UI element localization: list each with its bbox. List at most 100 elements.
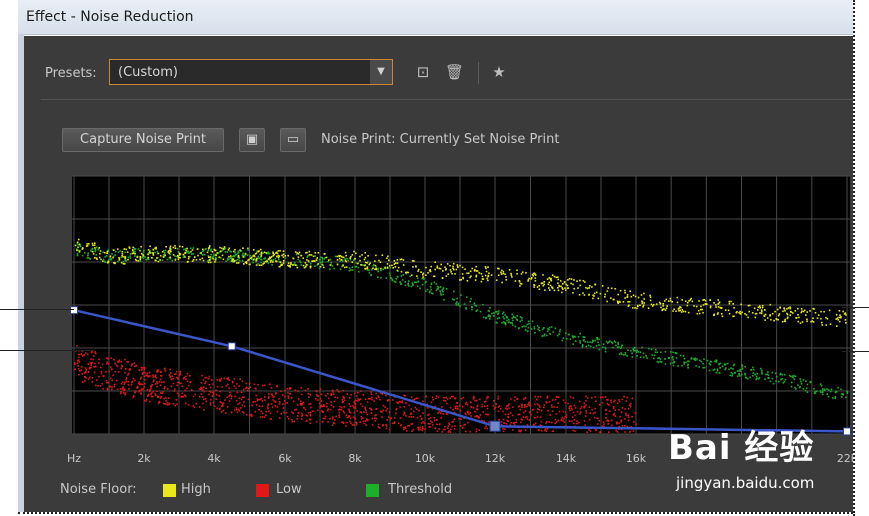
capture-noise-print-button[interactable]: Capture Noise Print	[62, 128, 224, 152]
data-point	[286, 402, 288, 404]
x-tick-label: 12k	[485, 452, 506, 465]
data-point	[605, 340, 608, 343]
data-point	[775, 380, 777, 382]
data-point	[364, 406, 366, 409]
data-point	[140, 392, 142, 395]
data-point	[466, 272, 468, 275]
curve-control-point[interactable]	[489, 420, 501, 432]
data-point	[546, 278, 549, 280]
data-point	[607, 287, 610, 289]
data-point	[731, 373, 734, 375]
data-point	[260, 410, 263, 413]
open-noise-print-button[interactable]: ▭	[280, 128, 306, 152]
data-point	[512, 315, 515, 318]
data-point	[397, 402, 399, 405]
trash-icon[interactable]: 🗑	[445, 63, 464, 81]
data-point	[116, 248, 119, 250]
data-point	[538, 329, 541, 332]
save-noise-print-button[interactable]: ▣	[239, 128, 265, 152]
data-point	[287, 254, 289, 257]
data-point	[502, 430, 505, 433]
data-point	[691, 300, 694, 303]
data-point	[663, 300, 666, 302]
data-point	[492, 404, 495, 407]
data-point	[258, 264, 261, 266]
data-point	[186, 247, 188, 250]
data-point	[470, 415, 472, 417]
data-point	[342, 390, 345, 392]
data-point	[125, 259, 127, 262]
data-point	[576, 420, 578, 422]
data-point	[478, 272, 481, 274]
data-point	[419, 415, 422, 417]
data-point	[726, 362, 729, 365]
data-point	[622, 301, 625, 303]
data-point	[642, 306, 644, 308]
data-point	[408, 404, 411, 407]
x-tick-label: 4k	[207, 452, 221, 465]
data-point	[629, 405, 632, 408]
data-point	[538, 404, 540, 407]
data-point	[91, 376, 94, 379]
data-point	[260, 255, 263, 257]
data-point	[351, 266, 354, 268]
data-point	[150, 387, 152, 390]
data-point	[542, 274, 544, 276]
data-point	[93, 256, 96, 259]
data-point	[805, 314, 807, 316]
data-point	[363, 411, 365, 413]
curve-control-point[interactable]	[227, 342, 236, 351]
data-point	[332, 391, 334, 393]
legend-swatch-high	[163, 484, 176, 497]
data-point	[756, 377, 758, 380]
curve-control-point[interactable]	[70, 306, 78, 315]
data-point	[191, 260, 194, 262]
data-point	[113, 385, 116, 388]
data-point	[375, 392, 377, 395]
data-point	[253, 255, 255, 257]
star-icon[interactable]: ★	[490, 63, 508, 81]
data-point	[761, 310, 763, 313]
data-point	[134, 253, 136, 255]
data-point	[682, 355, 685, 357]
data-point	[321, 411, 324, 413]
data-point	[412, 410, 415, 413]
data-point	[411, 422, 414, 425]
data-point	[321, 261, 324, 263]
presets-dropdown[interactable]: (Custom) ▼	[109, 59, 393, 85]
data-point	[543, 283, 545, 286]
data-point	[152, 249, 155, 251]
data-point	[91, 242, 94, 245]
data-point	[506, 319, 508, 322]
data-point	[537, 408, 539, 410]
data-point	[162, 256, 165, 258]
data-point	[294, 251, 297, 253]
data-point	[749, 376, 751, 379]
data-point	[790, 381, 793, 384]
data-point	[728, 302, 731, 305]
data-point	[618, 346, 620, 348]
data-point	[287, 418, 290, 420]
data-point	[399, 406, 401, 408]
data-point	[510, 422, 512, 424]
data-point	[452, 409, 454, 411]
data-point	[299, 400, 302, 402]
data-point	[461, 406, 464, 408]
data-point	[348, 403, 350, 405]
data-point	[813, 308, 815, 310]
data-point	[572, 336, 575, 339]
data-point	[532, 408, 534, 411]
data-point	[624, 353, 627, 356]
data-point	[624, 425, 626, 427]
save-preset-icon[interactable]: ⊡	[414, 63, 432, 81]
data-point	[78, 238, 80, 241]
data-point	[425, 395, 428, 398]
data-point	[87, 370, 90, 373]
chevron-down-icon[interactable]: ▼	[370, 60, 392, 84]
data-point	[583, 420, 586, 422]
data-point	[81, 254, 84, 257]
data-point	[680, 311, 683, 313]
data-point	[450, 270, 452, 273]
data-point	[460, 418, 462, 421]
data-point	[604, 346, 606, 349]
